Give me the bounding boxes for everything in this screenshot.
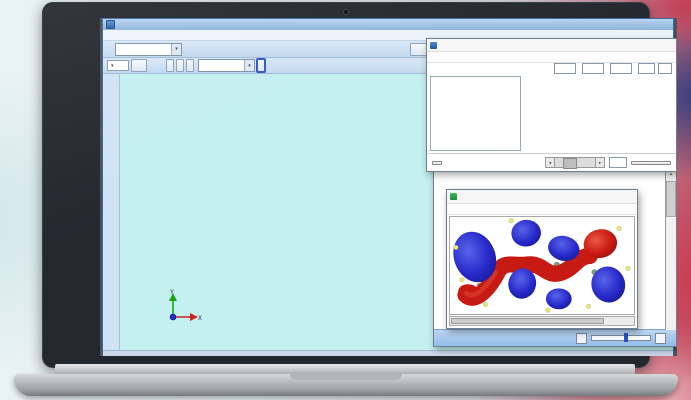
chevron-down-icon[interactable]: ▾ (244, 60, 254, 71)
axis-x-label: X (198, 316, 202, 322)
laptop-screen: ▾ ▾ (100, 18, 677, 356)
tool-sidebar (103, 74, 120, 350)
spectrum-controls (427, 63, 676, 75)
chevron-down-icon[interactable]: ▾ (111, 63, 114, 69)
add-button[interactable] (131, 59, 147, 72)
transition-table[interactable] (430, 76, 521, 151)
group-select[interactable]: ▾ (198, 59, 255, 72)
spectrum-titlebar[interactable] (427, 39, 676, 52)
xmax-field[interactable] (582, 63, 604, 74)
viewer-app-icon (450, 193, 457, 200)
webcam-dot (343, 9, 349, 15)
viewer-menubar (447, 204, 637, 215)
ymax-field[interactable] (610, 63, 632, 74)
laptop-lid-notch (290, 374, 402, 380)
close-spectrum-button[interactable] (631, 161, 671, 165)
broadening-scrollbar[interactable]: ◂ ▸ (545, 158, 605, 167)
window-bottom-frame (103, 350, 673, 356)
scroll-left-icon[interactable]: ◂ (545, 157, 555, 168)
scrollbar-thumb[interactable] (451, 318, 604, 324)
axis-gizmo: Y X (160, 287, 206, 325)
spectrum-app-icon (430, 42, 437, 49)
mo-isosurface-graphic (450, 217, 634, 314)
winmostar-app-icon (106, 20, 115, 29)
scroll-right-icon[interactable]: ▸ (595, 157, 605, 168)
spectrum-footer: ◂ ▸ (427, 153, 676, 171)
scrollbar-thumb[interactable] (666, 181, 676, 217)
axis-y-label: Y (170, 290, 174, 296)
zoom-out-button[interactable] (576, 333, 587, 344)
peaks-field[interactable] (638, 63, 655, 74)
uv-vis-chart (523, 75, 676, 153)
zoom-bar (434, 329, 676, 346)
broadening-value-field[interactable] (609, 157, 627, 168)
peaks-field-2[interactable] (658, 63, 672, 74)
xmin-field[interactable] (554, 63, 576, 74)
zoom-in-button[interactable] (655, 333, 666, 344)
scrollbar-thumb[interactable] (563, 158, 577, 169)
uv-vis-spectrum-window: ◂ ▸ (426, 38, 677, 172)
subst-c2h3-button[interactable] (176, 59, 184, 72)
main-titlebar[interactable] (103, 19, 673, 30)
status-text (127, 77, 153, 163)
replace-button[interactable] (257, 59, 265, 72)
zoom-slider-thumb[interactable] (624, 333, 628, 342)
subst-ch3-button[interactable] (166, 59, 174, 72)
spectrum-menubar (427, 52, 676, 62)
laptop-bezel: ▾ ▾ (42, 2, 650, 368)
vertical-scrollbar[interactable]: ▴ (665, 171, 676, 330)
zoom-slider[interactable] (591, 335, 651, 341)
chevron-down-icon[interactable]: ▾ (171, 44, 181, 55)
horizontal-scrollbar[interactable] (449, 316, 635, 326)
viewer-titlebar[interactable] (447, 190, 637, 204)
atom-number-field[interactable]: ▾ (107, 60, 129, 71)
mo-viewer-window (446, 189, 638, 329)
engine-select[interactable]: ▾ (115, 43, 182, 56)
mo-viewer-canvas[interactable] (449, 216, 635, 315)
subst-c6h5-button[interactable] (186, 59, 194, 72)
photo-background: ▾ ▾ (0, 0, 691, 400)
export-button[interactable] (432, 161, 442, 165)
